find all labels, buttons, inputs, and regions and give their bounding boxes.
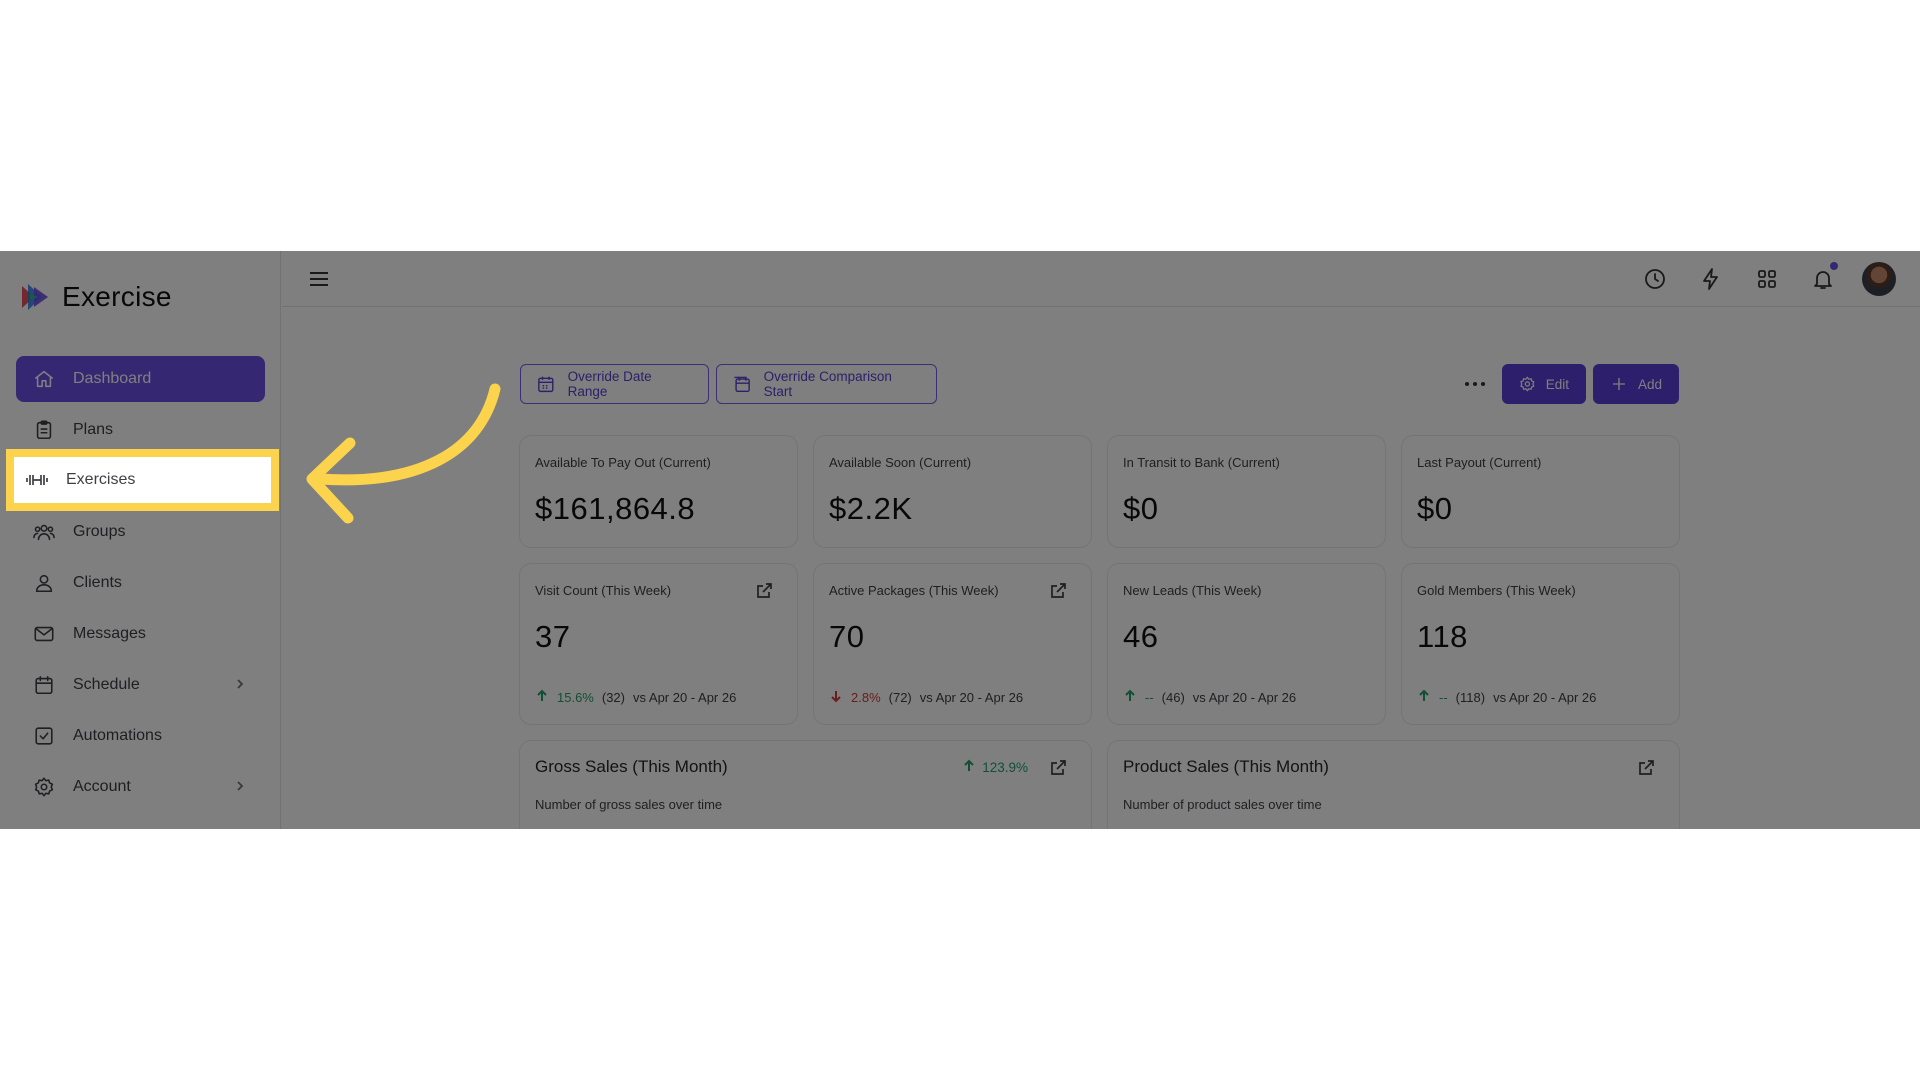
highlight-label: Exercises [66,471,136,488]
pointer-arrow-icon [306,383,501,524]
app-screen: Exercise Dashboard Plans Exercises Group… [0,251,1920,829]
highlight-exercises[interactable]: Exercises [6,449,279,511]
dim-overlay [0,251,1920,829]
highlight-content: Exercises [25,464,135,496]
dumbbell-icon [26,475,48,485]
